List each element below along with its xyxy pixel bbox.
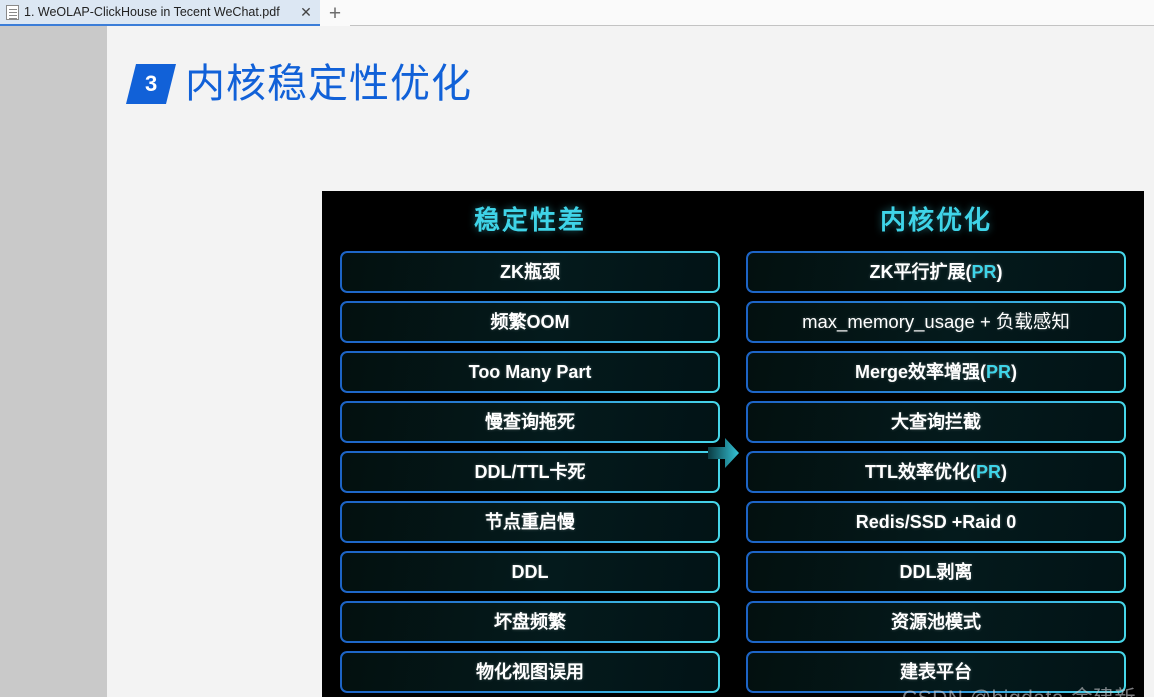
left-column-header: 稳定性差	[473, 205, 586, 235]
right-column-header: 内核优化	[879, 205, 992, 235]
heading-text: 内核稳定性优化	[185, 62, 472, 106]
diagram-cell: max_memory_usage + 负载感知	[746, 301, 1126, 343]
tab-bar-filler	[350, 0, 1154, 26]
section-number-badge: 3	[126, 64, 176, 104]
close-icon[interactable]: ✕	[296, 2, 316, 22]
right-cell-label: TTL效率优化(PR)	[865, 462, 1007, 482]
left-cell-label: 频繁OOM	[490, 312, 570, 332]
diagram-cell: TTL效率优化(PR)	[746, 451, 1126, 493]
right-arrow-icon	[708, 436, 740, 470]
pdf-page: 3 内核稳定性优化 稳定性差 内核优化 ZK瓶颈频繁OOM Too Many Pa…	[107, 26, 1154, 697]
diagram-cell: Redis/SSD +Raid 0	[746, 501, 1126, 543]
diagram-cell: 坏盘频繁	[340, 601, 720, 643]
right-cell-label: Redis/SSD +Raid 0	[855, 512, 1017, 532]
right-cell-label: 大查询拦截	[891, 412, 981, 432]
left-cell-label: 物化视图误用	[476, 662, 584, 682]
right-cell-label: 建表平台	[900, 662, 972, 682]
diagram-cell: ZK瓶颈	[340, 251, 720, 293]
pdf-viewer-area: 3 内核稳定性优化 稳定性差 内核优化 ZK瓶颈频繁OOM Too Many Pa…	[0, 26, 1154, 697]
left-cell-label: DDL	[511, 562, 549, 582]
left-cell-label: ZK瓶颈	[500, 262, 560, 282]
left-column: ZK瓶颈频繁OOM Too Many Part 慢查询拖死 DDL/TTL卡死 节点重启…	[340, 251, 720, 697]
diagram-cell: 节点重启慢	[340, 501, 720, 543]
right-cell-label: max_memory_usage + 负载感知	[802, 310, 1070, 332]
diagram-cell: Too Many Part	[340, 351, 720, 393]
page-title: 3 内核稳定性优化	[126, 62, 472, 106]
left-cell-label: 慢查询拖死	[485, 412, 575, 432]
section-number: 3	[144, 71, 158, 96]
diagram-cell: DDL/TTL卡死	[340, 451, 720, 493]
new-tab-button[interactable]: +	[320, 0, 350, 26]
right-column: ZK平行扩展(PR) max_memory_usage + 负载感知 Merge效率…	[746, 251, 1126, 697]
right-cell-label: Merge效率增强(PR)	[854, 362, 1018, 382]
right-cell-label: DDL剥离	[899, 562, 973, 582]
diagram-cell: 资源池模式	[746, 601, 1126, 643]
left-cell-label: Too Many Part	[468, 362, 592, 382]
pr-tag: PR	[971, 262, 997, 282]
tab-title: 1. WeOLAP-ClickHouse in Tecent WeChat.pd…	[24, 5, 280, 19]
left-cell-label: 节点重启慢	[485, 512, 575, 532]
diagram-cell: 频繁OOM	[340, 301, 720, 343]
diagram-cell: DDL	[340, 551, 720, 593]
browser-tab-bar: 1. WeOLAP-ClickHouse in Tecent WeChat.pd…	[0, 0, 1154, 26]
diagram-cell: 大查询拦截	[746, 401, 1126, 443]
right-cell-label: ZK平行扩展(PR)	[869, 262, 1003, 282]
diagram-cell: DDL剥离	[746, 551, 1126, 593]
pr-tag: PR	[975, 462, 1001, 482]
diagram-cell: 慢查询拖死	[340, 401, 720, 443]
pdf-document-icon	[6, 4, 19, 20]
diagram-cell: 物化视图误用	[340, 651, 720, 693]
tab-pdf-document[interactable]: 1. WeOLAP-ClickHouse in Tecent WeChat.pd…	[0, 0, 320, 26]
diagram-cell: Merge效率增强(PR)	[746, 351, 1126, 393]
right-cell-label: 资源池模式	[891, 612, 981, 632]
watermark: CSDN @bigdata-余建新	[902, 688, 1136, 697]
comparison-diagram: 稳定性差 内核优化 ZK瓶颈频繁OOM Too Many Part 慢查询拖死 DDL…	[322, 191, 1144, 697]
diagram-cell: ZK平行扩展(PR)	[746, 251, 1126, 293]
left-cell-label: 坏盘频繁	[494, 612, 566, 632]
left-cell-label: DDL/TTL卡死	[474, 462, 586, 482]
pr-tag: PR	[986, 362, 1012, 382]
